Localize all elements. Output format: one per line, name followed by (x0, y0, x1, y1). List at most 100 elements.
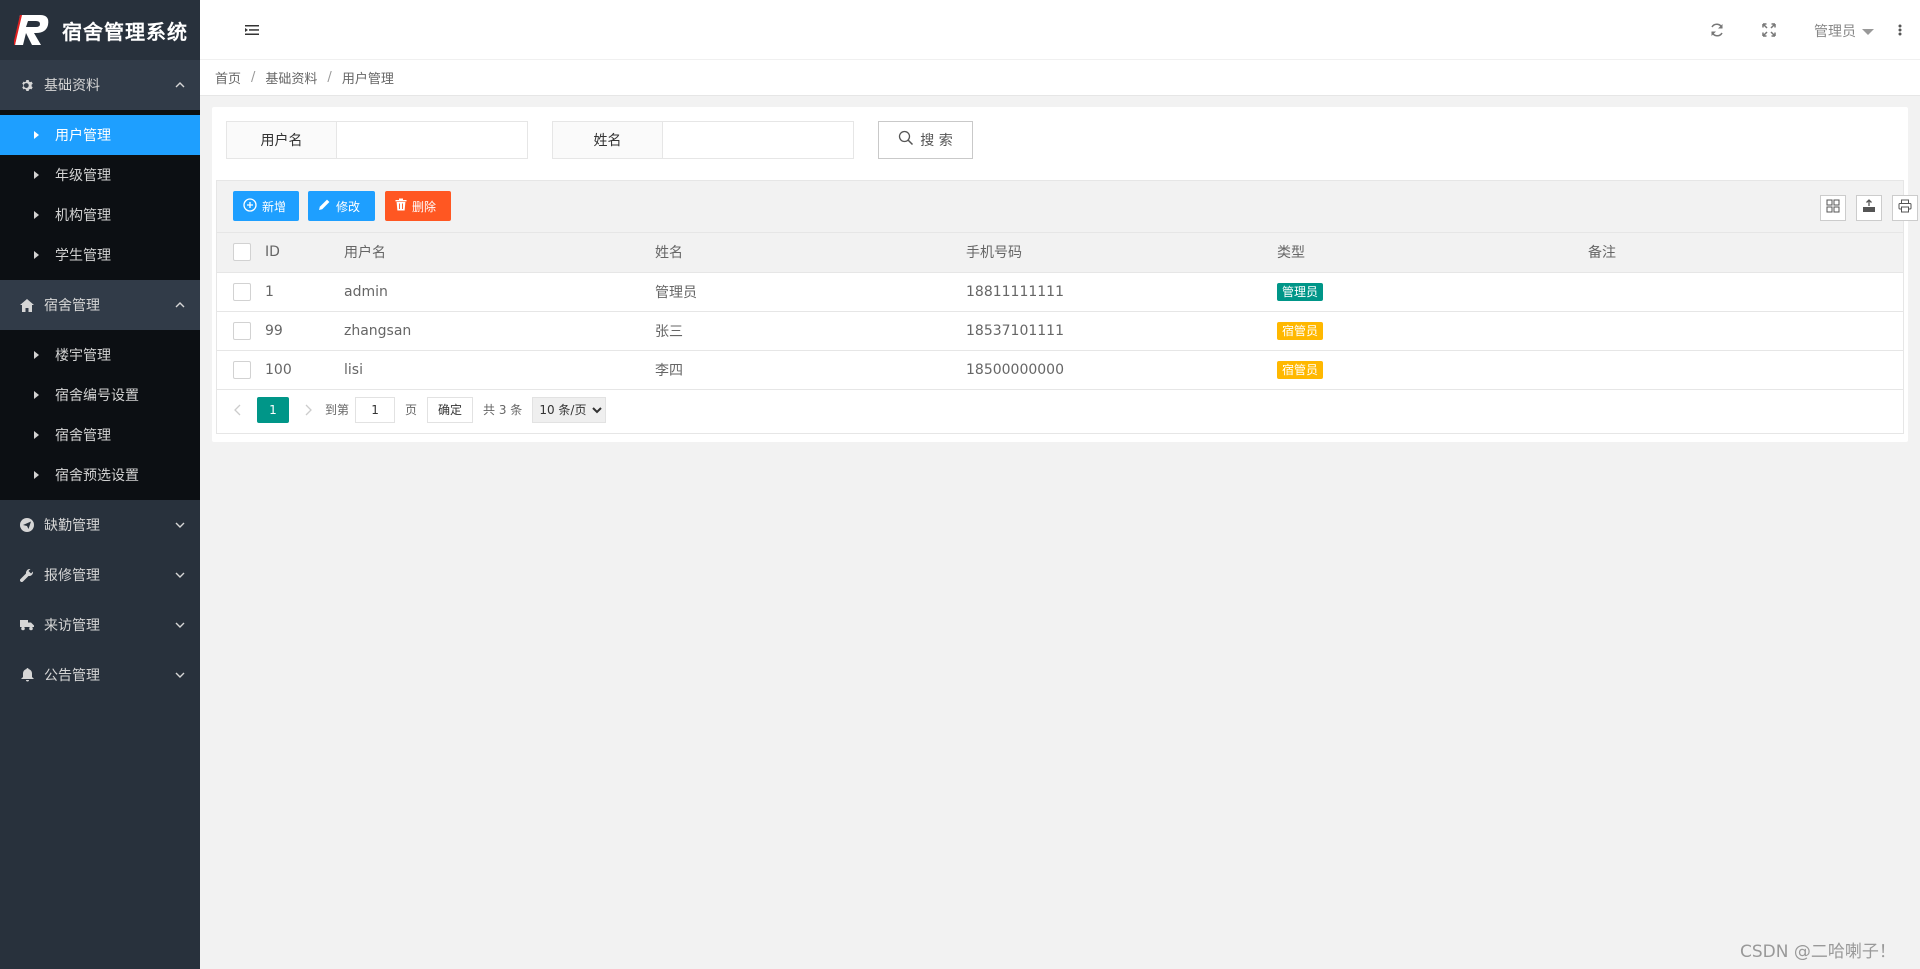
cell-name: 张三 (655, 311, 966, 351)
table-row[interactable]: 100 lisi 李四 18500000000 宿管员 (217, 350, 1903, 390)
caret-right-icon (34, 131, 39, 139)
breadcrumb-basic[interactable]: 基础资料 (265, 68, 317, 87)
chevron-down-icon (174, 669, 186, 681)
sidebar-item-user-management[interactable]: 用户管理 (0, 115, 200, 155)
table-header-row: ID 用户名 姓名 手机号码 类型 备注 (217, 233, 1903, 273)
pencil-icon (318, 198, 336, 214)
submenu-dorm: 楼宇管理 宿舍编号设置 宿舍管理 宿舍预选设置 (0, 330, 200, 500)
edit-button[interactable]: 修改 (308, 191, 375, 221)
prev-page-icon[interactable] (231, 403, 245, 417)
total-count: 共 3 条 (483, 403, 523, 417)
sidebar-item-dorm-number-settings[interactable]: 宿舍编号设置 (0, 375, 200, 415)
column-header[interactable]: ID (265, 233, 344, 273)
cell-phone: 18537101111 (966, 311, 1277, 351)
select-all-checkbox[interactable] (233, 243, 251, 262)
wrench-icon (20, 568, 34, 582)
menu-group-dorm[interactable]: 宿舍管理 (0, 280, 200, 330)
page-current[interactable]: 1 (257, 396, 289, 423)
submenu-basic: 用户管理 年级管理 机构管理 学生管理 (0, 110, 200, 280)
logo-mark-icon (14, 13, 52, 47)
sidebar-item-label: 机构管理 (55, 208, 111, 224)
name-input[interactable] (663, 122, 853, 158)
gear-icon (20, 78, 34, 92)
sidebar-item-label: 学生管理 (55, 248, 111, 264)
row-select-cell (217, 272, 265, 312)
cell-id: 100 (265, 350, 344, 390)
sidebar-item-dorm-management[interactable]: 宿舍管理 (0, 415, 200, 455)
username-input[interactable] (337, 122, 527, 158)
menu-group-notice[interactable]: 公告管理 (0, 650, 200, 700)
delete-button-label: 删除 (412, 199, 437, 214)
export-button[interactable] (1856, 195, 1882, 221)
row-select-cell (217, 311, 265, 351)
column-filter-button[interactable] (1820, 195, 1846, 221)
user-menu[interactable]: 管理员 (1814, 21, 1874, 41)
user-table: ID 用户名 姓名 手机号码 类型 备注 1 admin 管理员 1881111… (217, 233, 1903, 390)
table-row[interactable]: 1 admin 管理员 18811111111 管理员 (217, 272, 1903, 312)
menu-group-basic[interactable]: 基础资料 (0, 60, 200, 110)
column-header[interactable]: 用户名 (344, 233, 655, 273)
username-field: 用户名 (226, 121, 528, 159)
print-button[interactable] (1892, 195, 1918, 221)
chevron-up-icon (174, 79, 186, 91)
sidebar-item-grade-management[interactable]: 年级管理 (0, 155, 200, 195)
sidebar-item-label: 宿舍预选设置 (55, 468, 139, 484)
menu-group-label: 公告管理 (44, 668, 100, 684)
cell-username: zhangsan (344, 311, 655, 351)
content-card: 用户名 姓名 搜 索 新增 修改 删除 ID 用户名 姓名 手机号码 类型 备注… (212, 107, 1918, 442)
cell-username: lisi (344, 350, 655, 390)
trash-icon (395, 198, 412, 214)
sidebar-item-label: 宿舍管理 (55, 428, 111, 444)
breadcrumb-home[interactable]: 首页 (215, 68, 241, 87)
next-page-icon[interactable] (301, 403, 315, 417)
menu-group-absence[interactable]: 缺勤管理 (0, 500, 200, 550)
add-button-label: 新增 (262, 199, 287, 214)
breadcrumb: 首页 / 基础资料 / 用户管理 (200, 60, 1920, 96)
page-size-select[interactable]: 10 条/页 (532, 396, 607, 423)
breadcrumb-current: 用户管理 (341, 72, 394, 87)
select-all-cell (217, 233, 265, 273)
cell-name: 李四 (655, 350, 966, 390)
search-form: 用户名 姓名 搜 索 (226, 121, 973, 159)
column-header[interactable]: 手机号码 (966, 233, 1277, 273)
chevron-up-icon (174, 299, 186, 311)
cell-note (1588, 311, 1903, 351)
caret-down-icon (1862, 29, 1874, 35)
column-header[interactable]: 备注 (1588, 233, 1903, 273)
search-button[interactable]: 搜 索 (878, 121, 973, 159)
logo[interactable]: 宿舍管理系统 (0, 0, 200, 60)
column-header[interactable]: 类型 (1277, 233, 1588, 273)
sidebar-item-student-management[interactable]: 学生管理 (0, 235, 200, 275)
truck-icon (20, 618, 34, 632)
sidebar-item-dorm-preselect-settings[interactable]: 宿舍预选设置 (0, 455, 200, 495)
menu-group-label: 报修管理 (44, 568, 100, 584)
column-header[interactable]: 姓名 (655, 233, 966, 273)
add-button[interactable]: 新增 (233, 191, 299, 221)
menu-group-repair[interactable]: 报修管理 (0, 550, 200, 600)
row-checkbox[interactable] (233, 360, 251, 379)
more-vertical-icon[interactable] (1896, 22, 1904, 38)
search-button-label: 搜 索 (920, 133, 953, 149)
goto-page-input[interactable] (355, 396, 396, 423)
cell-username: admin (344, 272, 655, 312)
menu-group-visit[interactable]: 来访管理 (0, 600, 200, 650)
caret-right-icon (34, 431, 39, 439)
row-checkbox[interactable] (233, 282, 251, 301)
bell-icon (20, 668, 34, 682)
delete-button[interactable]: 删除 (385, 191, 451, 221)
cell-name: 管理员 (655, 272, 966, 312)
cell-id: 1 (265, 272, 344, 312)
menu-group-label: 来访管理 (44, 618, 100, 634)
cell-id: 99 (265, 311, 344, 351)
top-header: 管理员 (200, 0, 1920, 60)
sidebar-item-building-management[interactable]: 楼宇管理 (0, 335, 200, 375)
name-field: 姓名 (552, 121, 854, 159)
goto-confirm-button[interactable]: 确定 (427, 396, 474, 423)
fullscreen-icon[interactable] (1761, 22, 1777, 38)
refresh-icon[interactable] (1709, 22, 1725, 38)
table-row[interactable]: 99 zhangsan 张三 18537101111 宿管员 (217, 311, 1903, 351)
cell-type: 宿管员 (1277, 311, 1588, 351)
row-checkbox[interactable] (233, 321, 251, 340)
sidebar-item-org-management[interactable]: 机构管理 (0, 195, 200, 235)
menu-toggle-icon[interactable] (244, 22, 260, 38)
